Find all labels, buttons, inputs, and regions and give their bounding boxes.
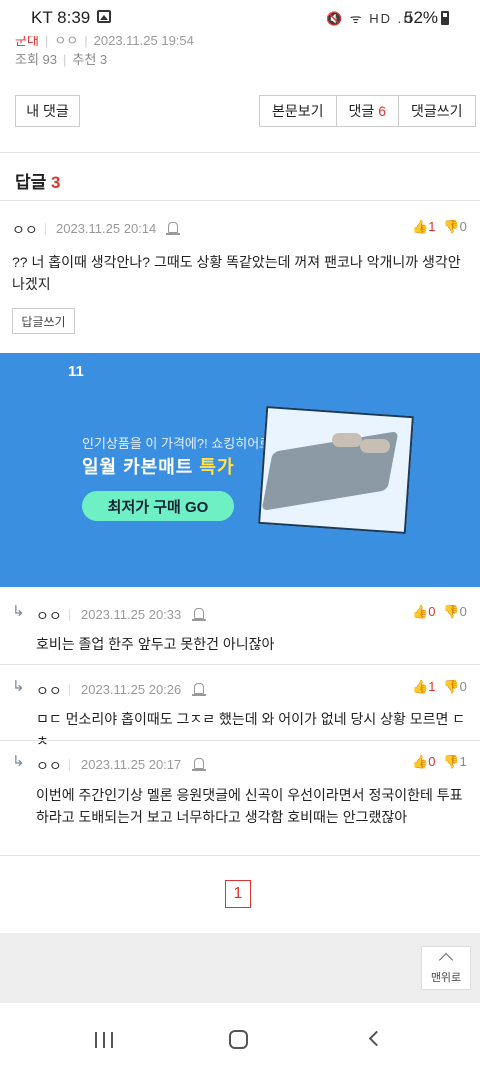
divider	[0, 152, 480, 153]
comment-text: 이번에 주간인기상 멜론 응원댓글에 신곡이 우선이라면서 정국이한테 투표하라…	[36, 787, 463, 825]
comment-votes: 👍0 👎1	[412, 754, 467, 770]
separator	[69, 609, 70, 621]
system-nav-bar	[0, 1010, 480, 1067]
comment-author: ㅇㅇ	[36, 758, 62, 774]
ad-banner[interactable]: 11 인기상품을 이 가격에?! 쇼킹히어로가 일월 카본매트 특가 최저가 구…	[0, 353, 480, 587]
separator	[69, 684, 70, 696]
divider	[0, 664, 480, 665]
thumbs-up-button[interactable]: 👍0	[412, 604, 435, 619]
comment-votes: 👍1 👎0	[412, 219, 467, 235]
comment-date: 2023.11.25 20:17	[81, 757, 182, 772]
comment-date: 2023.11.25 20:26	[81, 682, 182, 697]
comments-button[interactable]: 댓글 6	[337, 96, 399, 126]
comment-author: ㅇㅇ	[36, 683, 62, 699]
home-icon[interactable]	[229, 1030, 248, 1049]
post-recommends: 추천 3	[72, 52, 108, 67]
status-bar: KT 8:39 🔇 ᯤ HD .ıl 52%	[0, 0, 480, 36]
my-comments-button[interactable]: 내 댓글	[15, 95, 80, 127]
reply-arrow-icon: ↳	[12, 603, 25, 620]
ad-pillow	[360, 439, 390, 453]
thumbs-down-button[interactable]: 👎0	[443, 604, 466, 619]
recent-apps-icon[interactable]	[95, 1032, 113, 1048]
status-icons: 🔇 ᯤ HD .ıl	[326, 11, 414, 26]
thumbs-down-button[interactable]: 👎0	[443, 679, 466, 694]
comment-date: 2023.11.25 20:33	[81, 607, 182, 622]
thumbs-up-button[interactable]: 👍0	[412, 754, 435, 769]
battery-icon	[441, 11, 449, 25]
thumbs-up-button[interactable]: 👍1	[412, 679, 435, 694]
section-title: 답글 3	[15, 168, 60, 193]
divider	[0, 740, 480, 741]
thumbs-down-button[interactable]: 👎1	[443, 754, 466, 769]
ad-pillow	[332, 433, 362, 447]
reply-arrow-icon: ↳	[12, 678, 25, 695]
comment-author: ㅇㅇ	[36, 608, 62, 624]
comment-text: ㅁㄷ 먼소리야 홉이때도 그ㅈㄹ 했는데 와 어이가 없네 당시 상황 모르면 …	[36, 711, 466, 749]
write-comment-button[interactable]: 댓글쓰기	[399, 96, 475, 126]
ad-headline-main: 일월 카본매트	[82, 457, 194, 477]
notify-icon[interactable]	[192, 608, 206, 621]
reply-arrow-icon: ↳	[12, 753, 25, 770]
comment-votes: 👍0 👎0	[412, 604, 467, 620]
reply-button[interactable]: 답글쓰기	[12, 308, 75, 334]
divider	[0, 855, 480, 856]
ad-headline-accent: 특가	[199, 457, 235, 477]
comment-date: 2023.11.25 20:14	[56, 221, 157, 236]
gallery-icon	[97, 10, 111, 23]
comment-toolbar: 본문보기 댓글 6 댓글쓰기	[259, 95, 476, 127]
view-post-button[interactable]: 본문보기	[260, 96, 337, 126]
separator	[45, 223, 46, 235]
divider	[0, 200, 480, 201]
separator	[69, 759, 70, 771]
ad-headline: 일월 카본매트 특가	[82, 453, 235, 479]
battery-percent: 52%	[404, 8, 439, 27]
footer-area	[0, 933, 480, 1003]
comment-author: ㅇㅇ	[12, 222, 38, 238]
comment-text: ?? 너 홉이때 생각안나? 그때도 상황 똑같았는데 꺼져 팬코나 악개니까 …	[12, 254, 461, 292]
notify-icon[interactable]	[192, 758, 206, 771]
page-number-current[interactable]: 1	[225, 880, 251, 908]
post-stats: 조회 93 | 추천 3	[15, 52, 108, 67]
back-icon[interactable]	[368, 1030, 385, 1047]
chevron-up-icon	[438, 952, 454, 968]
section-title-label: 답글	[15, 173, 47, 192]
ad-logo: 11	[68, 363, 84, 380]
notify-icon[interactable]	[166, 222, 180, 235]
comment-votes: 👍1 👎0	[412, 679, 467, 695]
status-time: KT 8:39	[31, 8, 91, 27]
back-to-top-button[interactable]: 맨위로	[421, 946, 471, 990]
thumbs-up-button[interactable]: 👍1	[412, 219, 435, 234]
comments-count: 6	[378, 103, 386, 119]
section-count: 3	[51, 173, 61, 192]
comment-text: 호비는 졸업 한주 앞두고 못한건 아니잖아	[36, 636, 275, 652]
notify-icon[interactable]	[192, 683, 206, 696]
ad-cta-button[interactable]: 최저가 구매 GO	[82, 491, 234, 521]
comments-label: 댓글	[348, 103, 375, 119]
back-to-top-label: 맨위로	[430, 972, 462, 984]
ad-subtitle: 인기상품을 이 가격에?! 쇼킹히어로가	[82, 436, 284, 451]
post-views: 조회 93	[15, 52, 57, 67]
thumbs-down-button[interactable]: 👎0	[443, 219, 466, 234]
